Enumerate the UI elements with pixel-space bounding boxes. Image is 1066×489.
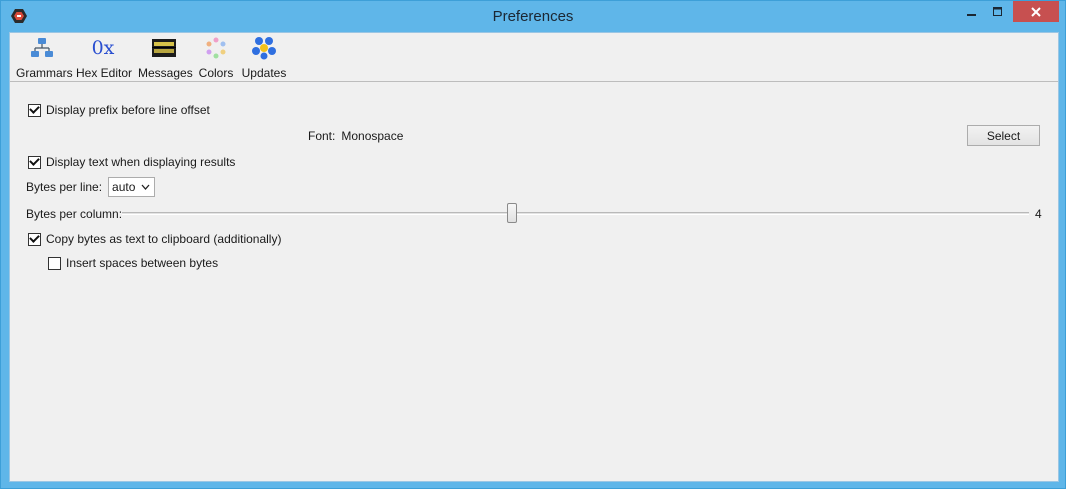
bytes-per-column-value: 4 [1035, 207, 1042, 221]
close-icon [1031, 6, 1041, 17]
copy-bytes-label: Copy bytes as text to clipboard (additio… [46, 232, 282, 246]
font-select-button[interactable]: Select [967, 125, 1040, 146]
display-text-checkbox[interactable] [28, 155, 41, 169]
bytes-per-column-slider-track[interactable] [122, 212, 1029, 215]
tab-updates-label: Updates [241, 66, 287, 80]
display-prefix-label: Display prefix before line offset [46, 103, 210, 117]
colors-icon [206, 37, 226, 59]
insert-spaces-checkbox[interactable] [48, 256, 61, 270]
tab-grammars[interactable]: Grammars [16, 36, 73, 80]
chevron-down-icon [141, 184, 150, 190]
bytes-per-column-slider-thumb[interactable] [507, 203, 517, 223]
window-title: Preferences [492, 8, 574, 25]
maximize-icon [993, 6, 1002, 16]
tab-colors-label: Colors [198, 66, 234, 80]
grammars-icon [31, 38, 53, 57]
tab-messages-label: Messages [138, 66, 193, 80]
minimize-button[interactable] [959, 1, 985, 22]
maximize-button[interactable] [985, 1, 1011, 22]
display-text-option[interactable]: Display text when displaying results [28, 155, 235, 169]
insert-spaces-option[interactable]: Insert spaces between bytes [48, 256, 218, 270]
display-prefix-option[interactable]: Display prefix before line offset [28, 103, 210, 117]
copy-bytes-option[interactable]: Copy bytes as text to clipboard (additio… [28, 232, 281, 246]
bytes-per-line-select[interactable]: auto [108, 177, 156, 197]
title-bar[interactable]: Preferences [1, 1, 1065, 32]
tab-colors[interactable]: Colors [198, 36, 234, 80]
font-setting: Font: Monospace [308, 129, 403, 143]
display-prefix-checkbox[interactable] [28, 103, 41, 117]
category-toolbar: Grammars 0x Hex Editor Messages Colors U… [10, 33, 1058, 82]
insert-spaces-label: Insert spaces between bytes [66, 256, 219, 270]
tab-hex-editor-label: Hex Editor [76, 66, 133, 80]
display-text-label: Display text when displaying results [46, 155, 236, 169]
preferences-content: Grammars 0x Hex Editor Messages Colors U… [9, 32, 1059, 482]
bytes-per-line-value: auto [112, 180, 136, 194]
messages-icon [152, 39, 176, 57]
tab-messages[interactable]: Messages [138, 36, 193, 80]
tab-hex-editor[interactable]: 0x Hex Editor [76, 36, 133, 80]
font-value: Monospace [341, 129, 404, 143]
close-button[interactable] [1013, 1, 1059, 22]
copy-bytes-checkbox[interactable] [28, 232, 41, 246]
tab-grammars-label: Grammars [16, 66, 73, 80]
minimize-icon [967, 13, 976, 16]
tab-updates[interactable]: Updates [241, 36, 287, 80]
bytes-per-line-label: Bytes per line: [26, 180, 103, 194]
bytes-per-line-setting: Bytes per line: auto [26, 177, 156, 197]
font-label: Font: [308, 129, 336, 143]
bytes-per-column-label: Bytes per column: [26, 207, 123, 221]
updates-icon [252, 37, 276, 60]
preferences-window: Preferences Grammars 0x Hex Editor Messa… [0, 0, 1066, 489]
hex-editor-icon: 0x [91, 37, 115, 59]
